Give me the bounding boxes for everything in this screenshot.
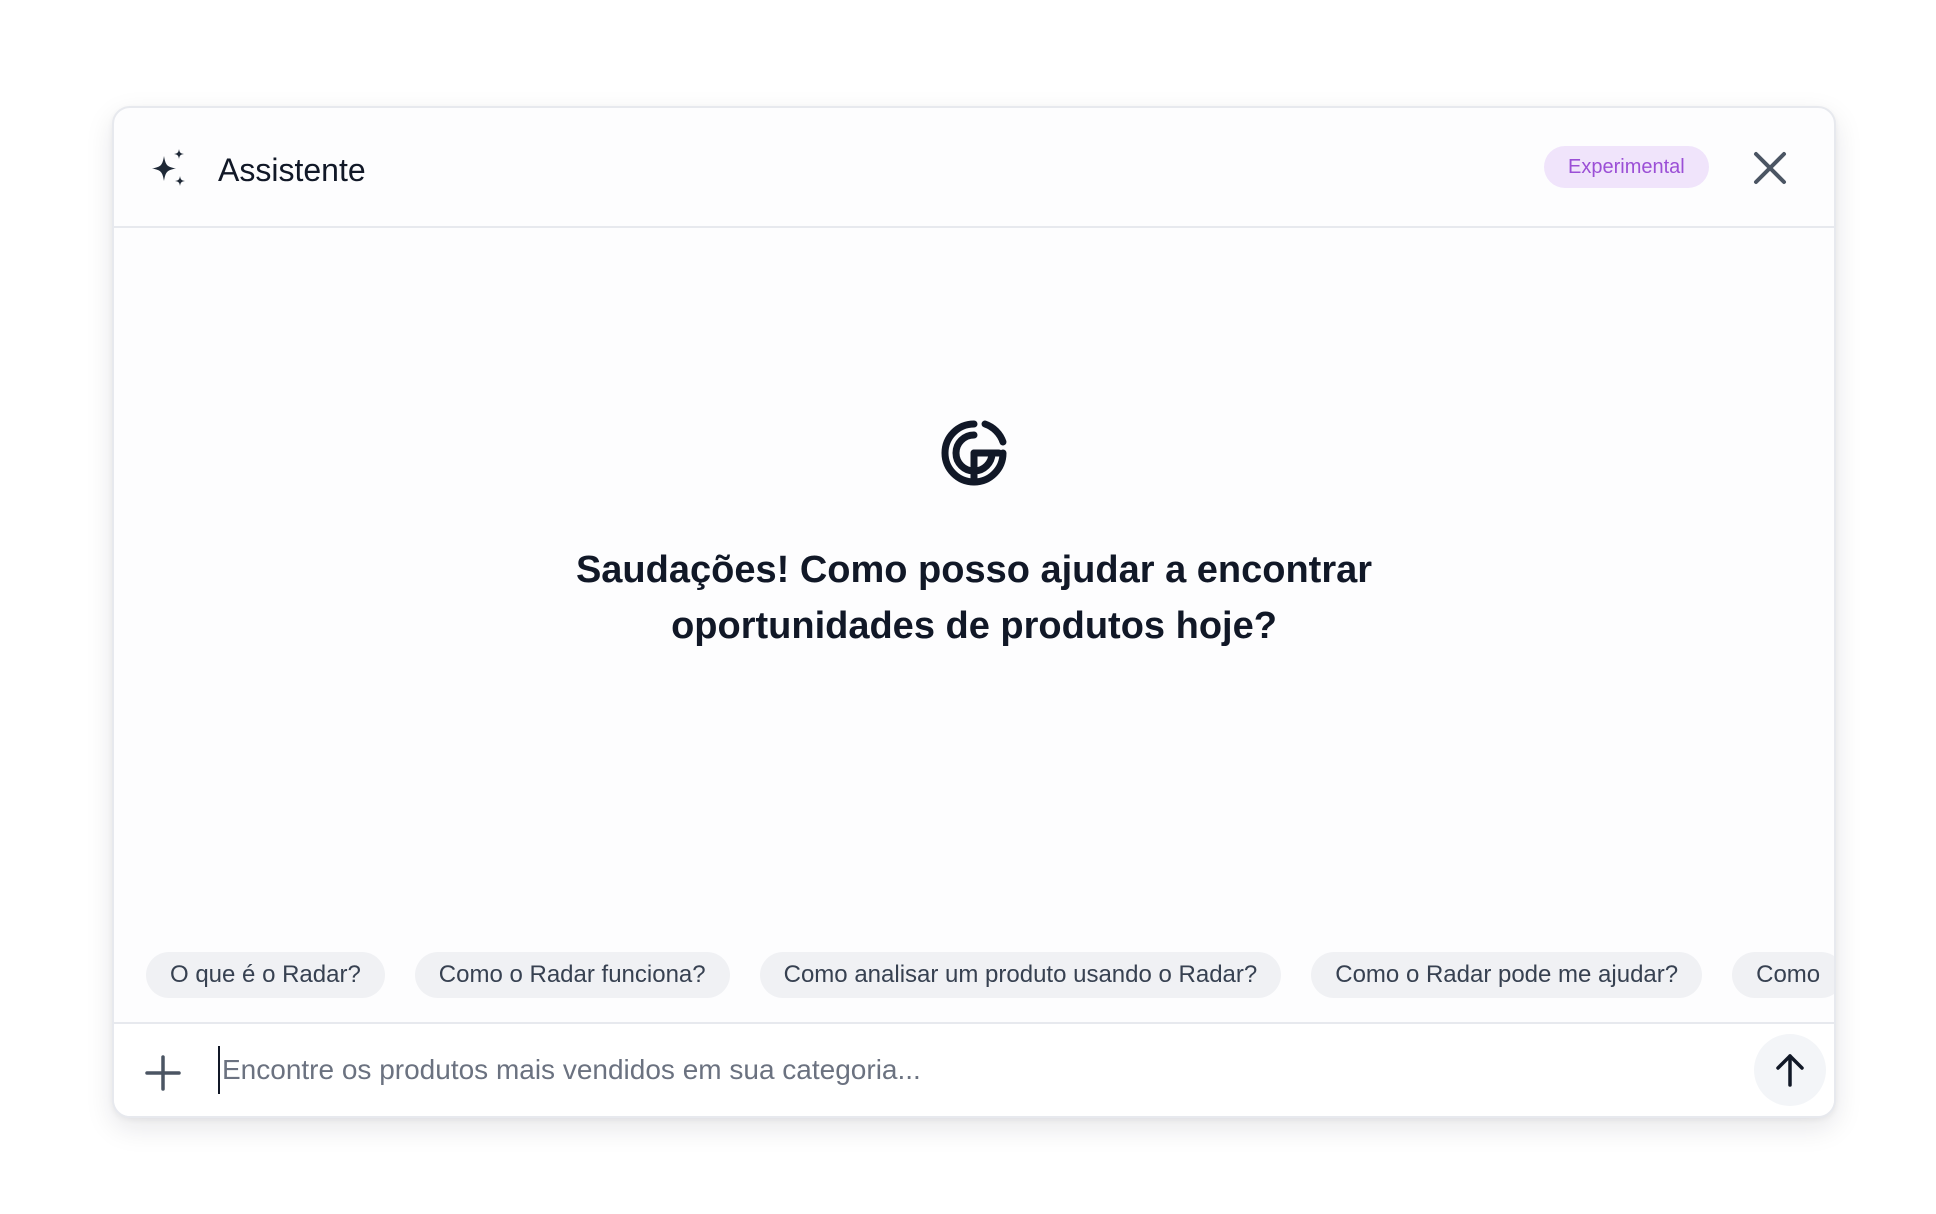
message-composer (114, 1022, 1834, 1116)
arrow-up-icon (1776, 1054, 1804, 1087)
send-button[interactable] (1754, 1034, 1826, 1106)
assistant-title: Assistente (218, 152, 366, 188)
sparkles-icon (152, 149, 185, 186)
plus-icon[interactable] (144, 1054, 182, 1092)
welcome-section: Saudações! Como posso ajudar a encontrar… (114, 418, 1834, 654)
chat-input[interactable] (218, 1046, 1522, 1094)
close-icon[interactable] (1748, 146, 1792, 190)
suggestion-chip[interactable]: Como analisar um produto usando o Radar? (759, 952, 1282, 998)
assistant-header: Assistente Experimental (114, 108, 1834, 228)
experimental-badge: Experimental (1544, 146, 1709, 188)
suggestion-chip[interactable]: Como (1732, 952, 1834, 998)
suggestion-chip[interactable]: O que é o Radar? (146, 952, 385, 998)
assistant-panel: Assistente Experimental Saudações! Como … (112, 106, 1836, 1118)
suggestion-chips: O que é o Radar? Como o Radar funciona? Co… (146, 952, 1834, 998)
suggestion-chip[interactable]: Como o Radar funciona? (414, 952, 730, 998)
suggestion-chip[interactable]: Como o Radar pode me ajudar? (1311, 952, 1703, 998)
radar-logo-icon (941, 420, 1007, 486)
greeting-text: Saudações! Como posso ajudar a encontrar… (575, 549, 1373, 647)
